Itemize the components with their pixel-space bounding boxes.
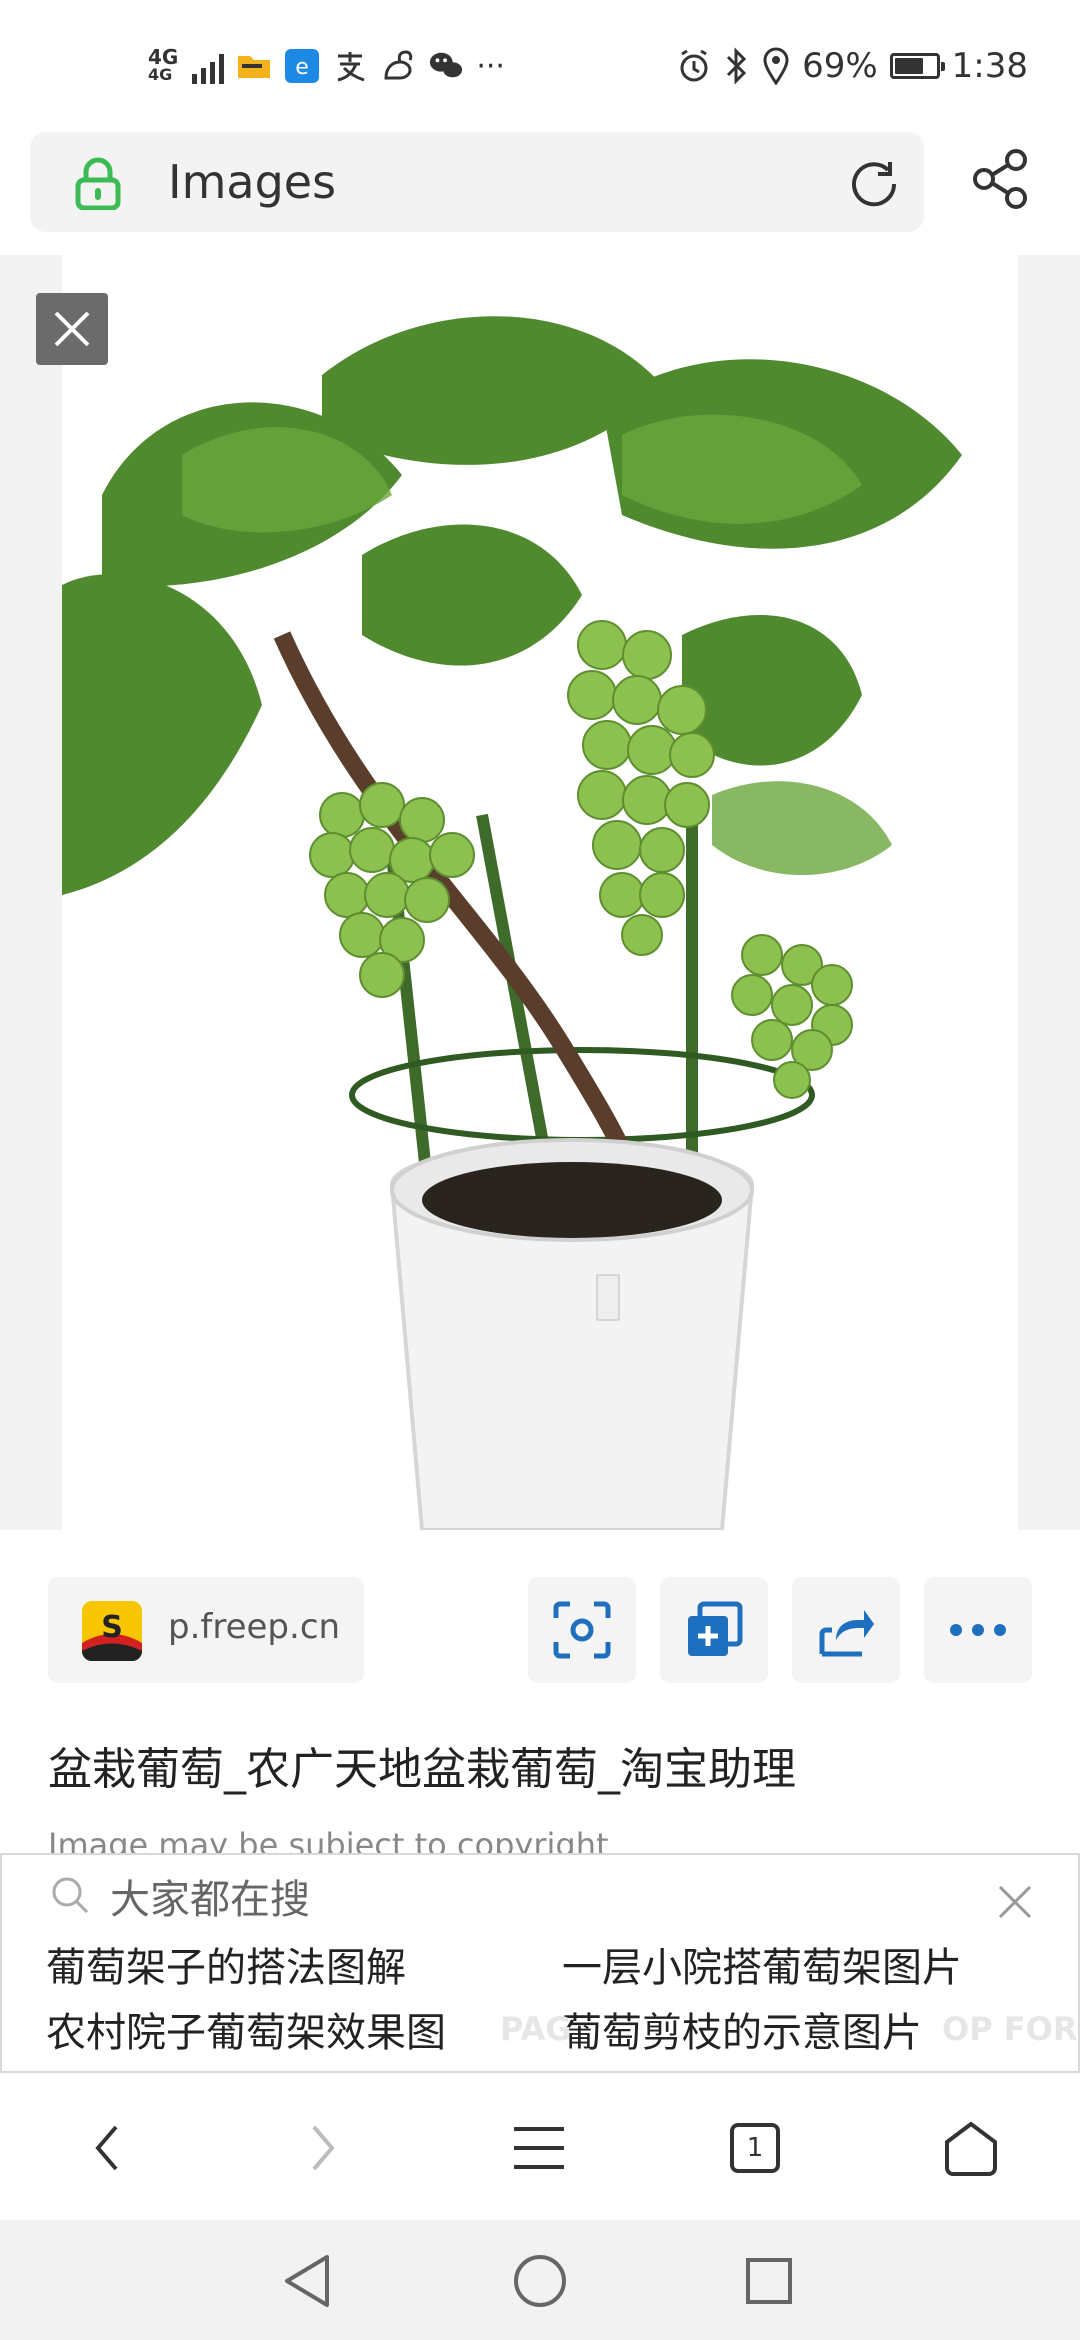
location-icon	[763, 47, 789, 85]
close-button[interactable]	[36, 293, 108, 365]
nav-recents-button[interactable]	[734, 2246, 804, 2316]
square-recents-icon	[746, 2258, 792, 2304]
reload-icon[interactable]	[848, 158, 902, 208]
suggestion-item[interactable]: 葡萄剪枝的示意图片	[562, 2000, 922, 2058]
svg-text:e: e	[296, 55, 310, 80]
clock: 1:38	[951, 46, 1028, 86]
potted-grape-illustration	[62, 316, 962, 1530]
share-icon[interactable]	[970, 148, 1030, 210]
circle-home-icon	[514, 2255, 566, 2307]
add-collection-button[interactable]	[660, 1577, 768, 1683]
forward-button[interactable]	[278, 2103, 368, 2193]
page-title: Images	[168, 155, 337, 209]
more-icon	[950, 1624, 1006, 1636]
bluetooth-icon	[727, 47, 747, 85]
suggestion-item[interactable]: 一层小院搭葡萄架图片	[562, 1935, 962, 1993]
nav-back-button[interactable]	[272, 2246, 342, 2316]
add-collection-icon	[688, 1601, 743, 1656]
alipay-icon	[332, 48, 368, 84]
more-notifications: ···	[476, 48, 505, 84]
alarm-icon	[680, 49, 708, 82]
faded-text: PAG	[500, 2010, 572, 2048]
network-indicator: 4G 4G	[148, 45, 179, 84]
suggestion-item[interactable]: 农村院子葡萄架效果图	[46, 2000, 446, 2058]
suggestion-item[interactable]: 葡萄架子的搭法图解	[46, 1935, 406, 1993]
status-bar-left: 4G 4G e ···	[148, 40, 505, 92]
file-manager-icon	[236, 48, 272, 84]
more-options-button[interactable]	[924, 1577, 1032, 1683]
status-bar: 4G 4G e ··· 69% 1:38	[0, 0, 1080, 130]
system-nav-bar	[0, 2220, 1080, 2340]
squirrel-icon	[380, 48, 416, 84]
image-viewer[interactable]	[0, 255, 1080, 1530]
visual-search-button[interactable]	[528, 1577, 636, 1683]
status-bar-right: 69% 1:38	[676, 40, 1028, 92]
browser-toolbar: 1	[0, 2075, 1080, 2220]
source-logo-letter: S	[101, 1610, 123, 1645]
suggestion-heading: 大家都在搜	[110, 1877, 310, 1923]
wechat-icon	[428, 48, 464, 84]
tabs-button[interactable]: 1	[710, 2103, 800, 2193]
menu-button[interactable]	[494, 2103, 584, 2193]
battery-icon	[889, 53, 945, 79]
home-button[interactable]	[926, 2103, 1016, 2193]
close-icon[interactable]	[996, 1883, 1034, 1921]
share-arrow-icon	[819, 1610, 874, 1657]
network-type: 4G	[148, 45, 179, 69]
search-icon	[52, 1877, 89, 1914]
home-icon	[945, 2121, 997, 2176]
battery-percent: 69%	[802, 46, 878, 86]
menu-icon	[514, 2127, 564, 2169]
signal-icon	[192, 48, 225, 84]
nav-home-button[interactable]	[505, 2246, 575, 2316]
source-logo: S	[82, 1601, 142, 1661]
chevron-left-icon	[95, 2125, 118, 2171]
source-domain: p.freep.cn	[168, 1607, 341, 1647]
lock-icon	[75, 157, 121, 210]
grape-plant-image[interactable]	[62, 255, 1018, 1530]
visual-search-icon	[553, 1601, 611, 1659]
back-button[interactable]	[62, 2103, 152, 2193]
browser-e-icon: e	[284, 48, 320, 84]
network-type-secondary: 4G	[148, 65, 173, 84]
tab-count: 1	[730, 2123, 780, 2173]
source-chip[interactable]: S p.freep.cn	[48, 1577, 364, 1683]
triangle-back-icon	[285, 2255, 329, 2307]
faded-text: OP FOR	[942, 2010, 1078, 2048]
address-bar[interactable]: Images	[30, 132, 924, 232]
image-title[interactable]: 盆栽葡萄_农广天地盆栽葡萄_淘宝助理	[48, 1733, 796, 1797]
close-icon	[54, 311, 90, 347]
share-image-button[interactable]	[792, 1577, 900, 1683]
chevron-right-icon	[312, 2125, 335, 2171]
